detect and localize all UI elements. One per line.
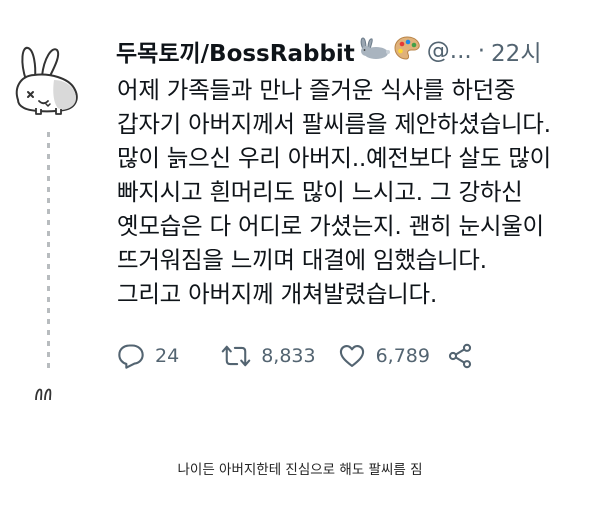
avatar[interactable] <box>4 40 90 126</box>
user-handle[interactable]: @... <box>427 38 472 64</box>
reply-button[interactable]: 24 <box>117 342 179 370</box>
display-name[interactable]: 두목토끼/BossRabbit <box>116 34 355 68</box>
palette-emoji-icon <box>393 35 421 67</box>
like-button[interactable]: 6,789 <box>338 342 430 370</box>
tweet-text: 어제 가족들과 만나 즐거운 식사를 하던중 갑자기 아버지께서 팔씨름을 제안… <box>117 73 597 311</box>
retweet-button[interactable]: 8,833 <box>221 342 316 370</box>
thread-line <box>47 132 50 372</box>
share-icon <box>448 343 472 369</box>
tweet-line: 많이 늙으신 우리 아버지..예전보다 살도 많이 <box>117 144 551 172</box>
tweet-header: 두목토끼/BossRabbit @... · 22시 <box>116 34 541 68</box>
like-count: 6,789 <box>375 345 430 367</box>
rabbit-ears-icon <box>33 385 57 401</box>
tweet-line: 갑자기 아버지께서 팔씨름을 제안하셨습니다. <box>117 110 551 138</box>
tweet-actions: 24 8,833 6,789 <box>117 341 474 371</box>
separator-dot: · <box>477 38 486 64</box>
tweet-line: 그리고 아버지께 개쳐발렸습니다. <box>117 280 437 308</box>
tweet-line: 어제 가족들과 만나 즐거운 식사를 하던중 <box>117 76 516 104</box>
image-caption: 나이든 아버지한테 진심으로 해도 팔씨름 짐 <box>177 462 423 478</box>
tweet-line: 옛모습은 다 어디로 가셨는지. 괜히 눈시울이 <box>117 212 544 240</box>
tweet-timestamp[interactable]: 22시 <box>491 34 541 68</box>
rabbit-emoji-icon <box>357 35 391 67</box>
tweet-line: 빠지시고 흰머리도 많이 느시고. 그 강하신 <box>117 178 523 206</box>
heart-icon <box>339 345 364 367</box>
retweet-icon <box>221 345 251 367</box>
reply-icon <box>118 344 144 369</box>
share-button[interactable] <box>446 342 474 370</box>
reply-count: 24 <box>155 345 180 367</box>
tweet-line: 뜨거워짐을 느끼며 대결에 임했습니다. <box>117 246 487 274</box>
rabbit-avatar-icon <box>15 46 78 115</box>
retweet-count: 8,833 <box>261 345 316 367</box>
